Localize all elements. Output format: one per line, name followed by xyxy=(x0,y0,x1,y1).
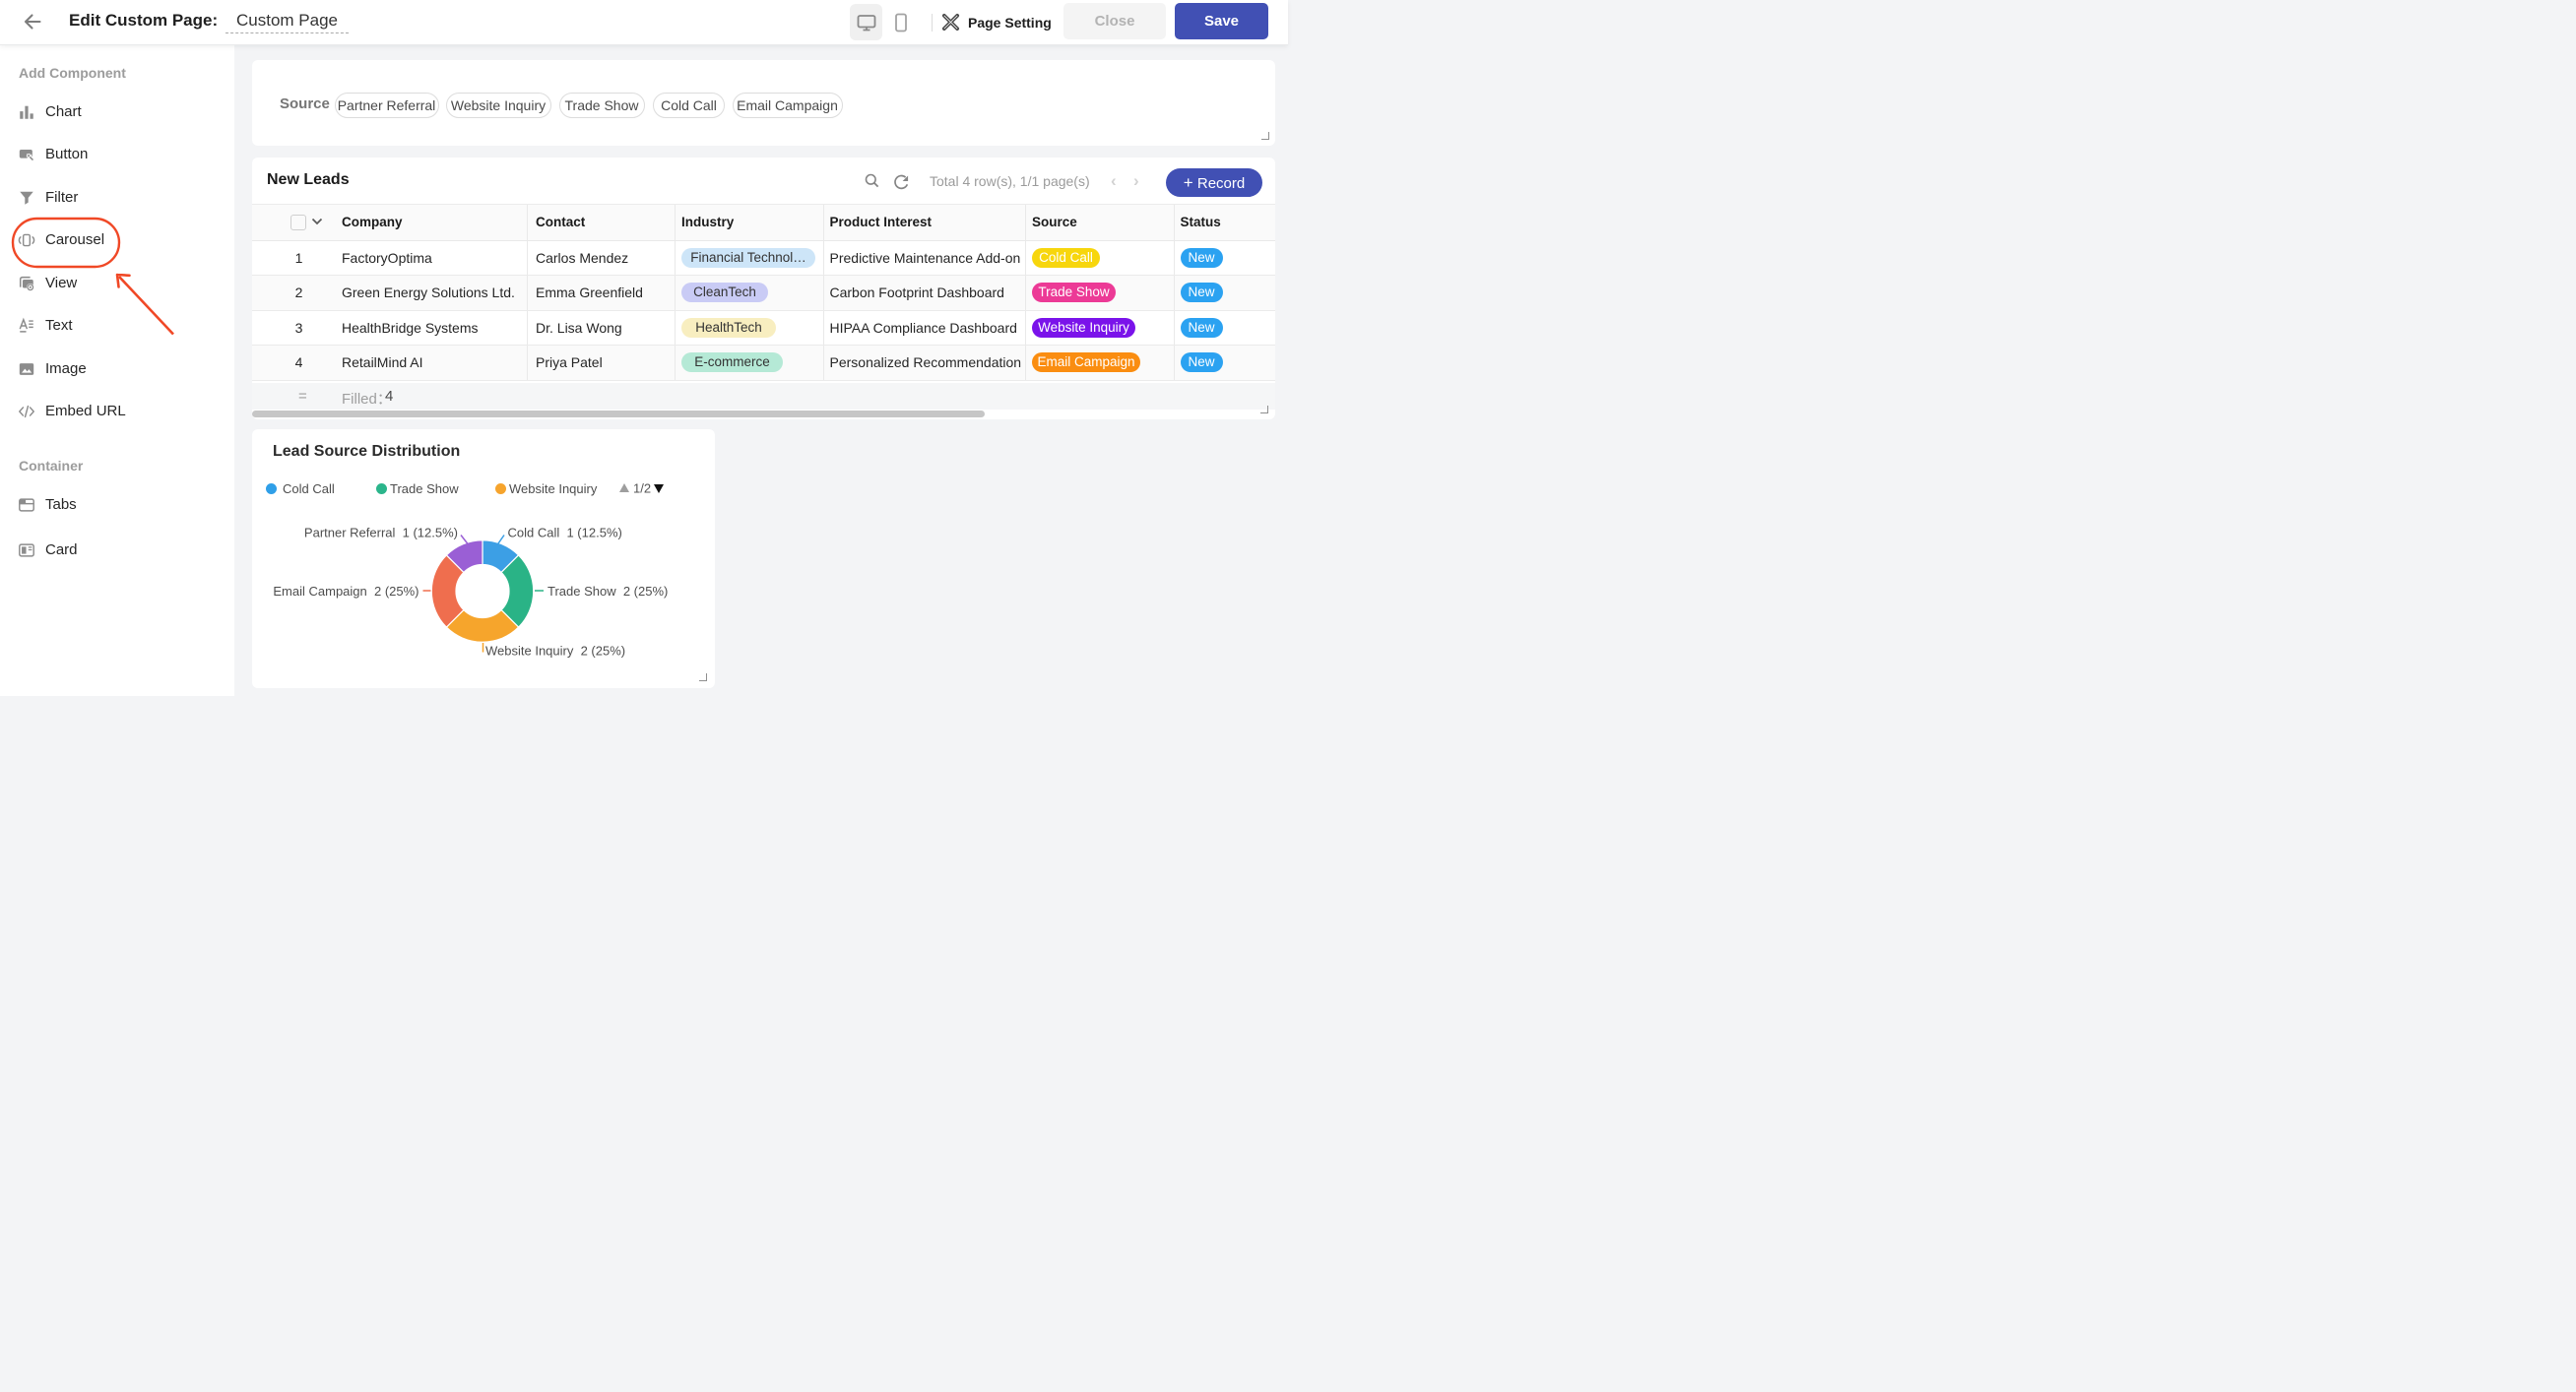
svg-text:Website Inquiry 2 (25%): Website Inquiry 2 (25%) xyxy=(485,643,625,658)
svg-text:Cold Call 1 (12.5%): Cold Call 1 (12.5%) xyxy=(508,525,622,539)
svg-text:Email Campaign 2 (25%): Email Campaign 2 (25%) xyxy=(273,584,419,599)
svg-text:Partner Referral 1 (12.5%): Partner Referral 1 (12.5%) xyxy=(304,525,458,539)
svg-text:Trade Show 2 (25%): Trade Show 2 (25%) xyxy=(547,584,668,599)
